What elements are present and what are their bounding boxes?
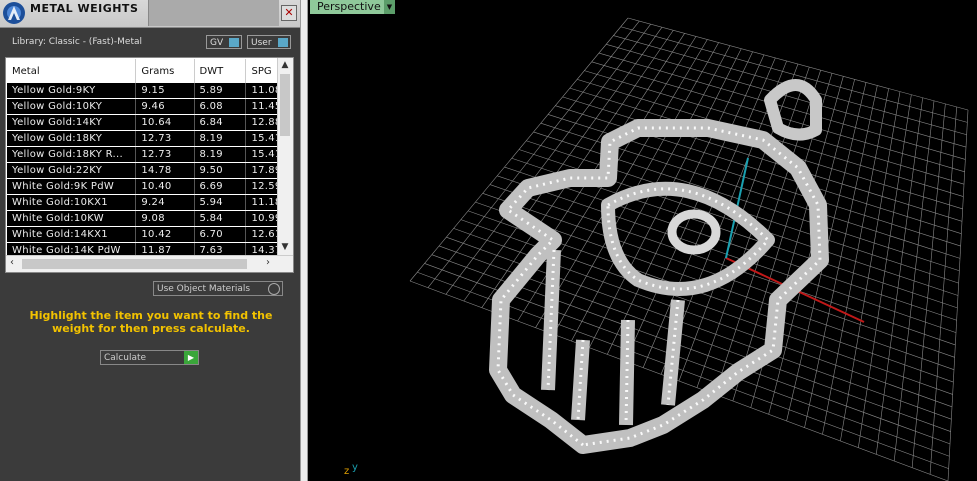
scroll-down-icon[interactable]: ▼: [280, 242, 290, 252]
grid-line: [893, 100, 935, 462]
close-icon: ✕: [284, 6, 294, 19]
dwt-cell: 5.94: [194, 194, 247, 211]
metal-cell: White Gold:14KX1: [7, 226, 137, 243]
user-toggle-icon: [278, 38, 288, 47]
table-row[interactable]: Yellow Gold:14KY 10.64 6.84 12.88: [7, 114, 293, 131]
metal-table: Metal Grams DWT SPG Yellow Gold:9KY 9.15 5…: [5, 57, 294, 273]
grams-cell: 10.42: [135, 226, 195, 243]
user-label: User: [251, 38, 272, 48]
user-toggle[interactable]: User: [247, 35, 291, 49]
dwt-cell: 6.08: [194, 98, 247, 115]
metal-cell: White Gold:10KX1: [7, 194, 137, 211]
scroll-left-icon[interactable]: ‹: [10, 257, 14, 268]
grams-cell: 10.64: [135, 114, 195, 131]
grams-cell: 12.73: [135, 130, 195, 147]
panel-title: METAL WEIGHTS: [30, 2, 139, 15]
grams-cell: 9.46: [135, 98, 195, 115]
dwt-cell: 6.70: [194, 226, 247, 243]
table-row[interactable]: Yellow Gold:18KY 12.73 8.19 15.41: [7, 130, 293, 147]
app-logo-icon: [3, 2, 25, 24]
gv-toggle-icon: [229, 38, 239, 47]
close-button[interactable]: ✕: [281, 5, 297, 21]
scroll-right-icon[interactable]: ›: [266, 257, 270, 268]
grid-line: [911, 103, 946, 468]
panel-titlebar: METAL WEIGHTS ✕: [0, 0, 300, 28]
gv-label: GV: [210, 38, 224, 48]
metal-cell: White Gold:9K PdW: [7, 178, 137, 195]
table-horizontal-scrollbar[interactable]: ‹ ›: [6, 255, 293, 272]
grid-line: [929, 106, 957, 475]
dwt-cell: 5.84: [194, 210, 247, 227]
instruction-text: Highlight the item you want to find the …: [29, 309, 273, 335]
3d-viewport[interactable]: Perspective ▼ z y: [308, 0, 977, 481]
metal-weights-panel: METAL WEIGHTS ✕ Library: Classic - (Fast…: [0, 0, 300, 481]
use-object-materials-label: Use Object Materials: [157, 284, 251, 294]
calculate-label: Calculate: [104, 353, 147, 363]
view-tab-perspective[interactable]: Perspective: [310, 0, 387, 14]
table-row[interactable]: Yellow Gold:10KY 9.46 6.08 11.45: [7, 98, 293, 115]
grams-cell: 9.08: [135, 210, 195, 227]
grams-cell: 9.15: [135, 83, 195, 99]
viewport-scene: [409, 17, 969, 481]
metal-cell: White Gold:10KW: [7, 210, 137, 227]
metal-cell: Yellow Gold:18KY: [7, 130, 137, 147]
grams-cell: 9.24: [135, 194, 195, 211]
dwt-cell: 6.69: [194, 178, 247, 195]
table-row[interactable]: White Gold:9K PdW 10.40 6.69 12.59: [7, 178, 293, 195]
table-row[interactable]: Yellow Gold:9KY 9.15 5.89 11.08: [7, 83, 293, 99]
dwt-cell: 5.89: [194, 83, 247, 99]
table-row[interactable]: White Gold:10KW 9.08 5.84 10.99: [7, 210, 293, 227]
table-vertical-scrollbar[interactable]: ▲ ▼: [277, 58, 293, 255]
title-tab-area: [148, 0, 279, 26]
view-dropdown-icon[interactable]: ▼: [384, 0, 395, 14]
grams-cell: 14.78: [135, 162, 195, 179]
dwt-cell: 9.50: [194, 162, 247, 179]
metal-cell: Yellow Gold:22KY: [7, 162, 137, 179]
column-header-dwt[interactable]: DWT: [194, 59, 247, 83]
dwt-cell: 8.19: [194, 146, 247, 163]
radio-button-icon[interactable]: [268, 283, 280, 295]
metal-cell: Yellow Gold:10KY: [7, 98, 137, 115]
table-row[interactable]: White Gold:14KX1 10.42 6.70 12.61: [7, 226, 293, 243]
dwt-cell: 6.84: [194, 114, 247, 131]
play-arrow-icon: ▶: [184, 351, 198, 364]
grid-line: [858, 94, 912, 448]
table-row[interactable]: Yellow Gold:22KY 14.78 9.50 17.89: [7, 162, 293, 179]
horizontal-scroll-thumb[interactable]: [22, 259, 247, 269]
grid-line: [822, 88, 889, 435]
metal-cell: Yellow Gold:14KY: [7, 114, 137, 131]
column-header-grams[interactable]: Grams: [135, 59, 195, 83]
column-header-metal[interactable]: Metal: [7, 59, 137, 83]
grams-cell: 12.73: [135, 146, 195, 163]
panel-splitter[interactable]: [300, 0, 308, 481]
table-row[interactable]: Yellow Gold:18KY R... 12.73 8.19 15.41: [7, 146, 293, 163]
metal-cell: Yellow Gold:18KY R...: [7, 146, 137, 163]
grid-line: [947, 109, 969, 481]
metal-cell: Yellow Gold:9KY: [7, 83, 137, 99]
grams-cell: 10.40: [135, 178, 195, 195]
gv-toggle[interactable]: GV: [206, 35, 242, 49]
dwt-cell: 8.19: [194, 130, 247, 147]
axis-label-y: y: [352, 462, 358, 473]
table-row[interactable]: White Gold:10KX1 9.24 5.94 11.18: [7, 194, 293, 211]
library-label: Library: Classic - (Fast)-Metal: [12, 37, 143, 47]
calculate-button[interactable]: Calculate ▶: [100, 350, 199, 365]
vertical-scroll-thumb[interactable]: [280, 74, 290, 136]
axis-label-z: z: [344, 466, 350, 477]
scroll-up-icon[interactable]: ▲: [280, 60, 290, 70]
use-object-materials-option[interactable]: Use Object Materials: [153, 281, 283, 296]
grid-line: [875, 97, 923, 455]
table-header-row: Metal Grams DWT SPG: [7, 59, 293, 83]
